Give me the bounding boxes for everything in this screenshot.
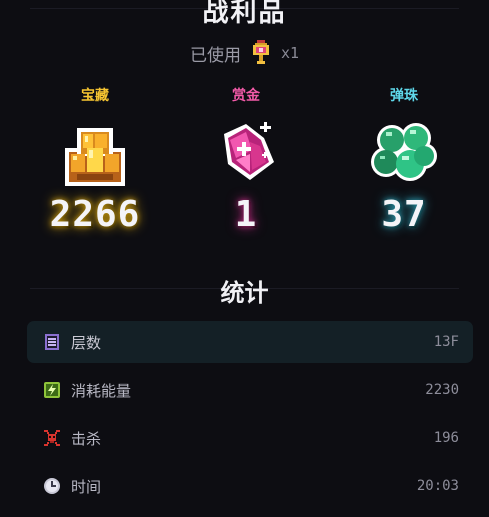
stat-energy-label: 消耗能量 [71, 381, 132, 400]
loot-bounty: 赏金 1 [186, 86, 306, 235]
stat-kills-value: 196 [433, 430, 459, 446]
loot-marbles-label: 弹珠 [390, 88, 418, 104]
stat-floor-value: 13F [433, 334, 459, 350]
used-label: 已使用 [189, 45, 241, 66]
loot-treasure-label: 宝藏 [81, 88, 109, 104]
stat-row-energy: 消耗能量 2230 [27, 369, 473, 411]
page-title: 战利品 [202, 0, 287, 28]
stat-energy-value: 2230 [425, 382, 459, 398]
loot-treasure-value: 2266 [49, 194, 141, 235]
loot-treasure: 宝藏 2266 [35, 86, 155, 235]
used-count: x1 [280, 44, 300, 62]
stat-row-floor: 层数 13F [27, 321, 473, 363]
gold-nuggets-icon [65, 128, 125, 186]
stat-time-label: 时间 [71, 477, 102, 496]
pink-crystal-icon [224, 122, 274, 180]
stat-kills-label: 击杀 [71, 429, 102, 448]
key-medal-icon [252, 40, 269, 64]
loot-section: 宝藏 2266 赏金 1 弹珠 37 [0, 86, 489, 246]
loot-bounty-label: 赏金 [232, 88, 260, 104]
stat-time-value: 20:03 [416, 478, 459, 494]
stat-row-kills: 击杀 196 [27, 417, 473, 459]
skull-crossbones-icon [44, 430, 60, 446]
stat-floor-label: 层数 [71, 333, 102, 352]
loot-marbles: 弹珠 37 [344, 86, 464, 235]
loot-bounty-value: 1 [234, 194, 258, 235]
stat-row-time: 时间 20:03 [27, 465, 473, 507]
loot-marbles-value: 37 [381, 194, 427, 235]
stats-list: 层数 13F 消耗能量 2230 击杀 196 时间 20:03 [27, 321, 473, 513]
used-item-row: 已使用 x1 [0, 40, 489, 66]
energy-bolt-icon [44, 382, 60, 398]
stats-title: 统计 [220, 279, 269, 307]
green-marbles-icon [371, 123, 437, 181]
clock-icon [44, 478, 60, 494]
floor-list-icon [45, 334, 59, 350]
